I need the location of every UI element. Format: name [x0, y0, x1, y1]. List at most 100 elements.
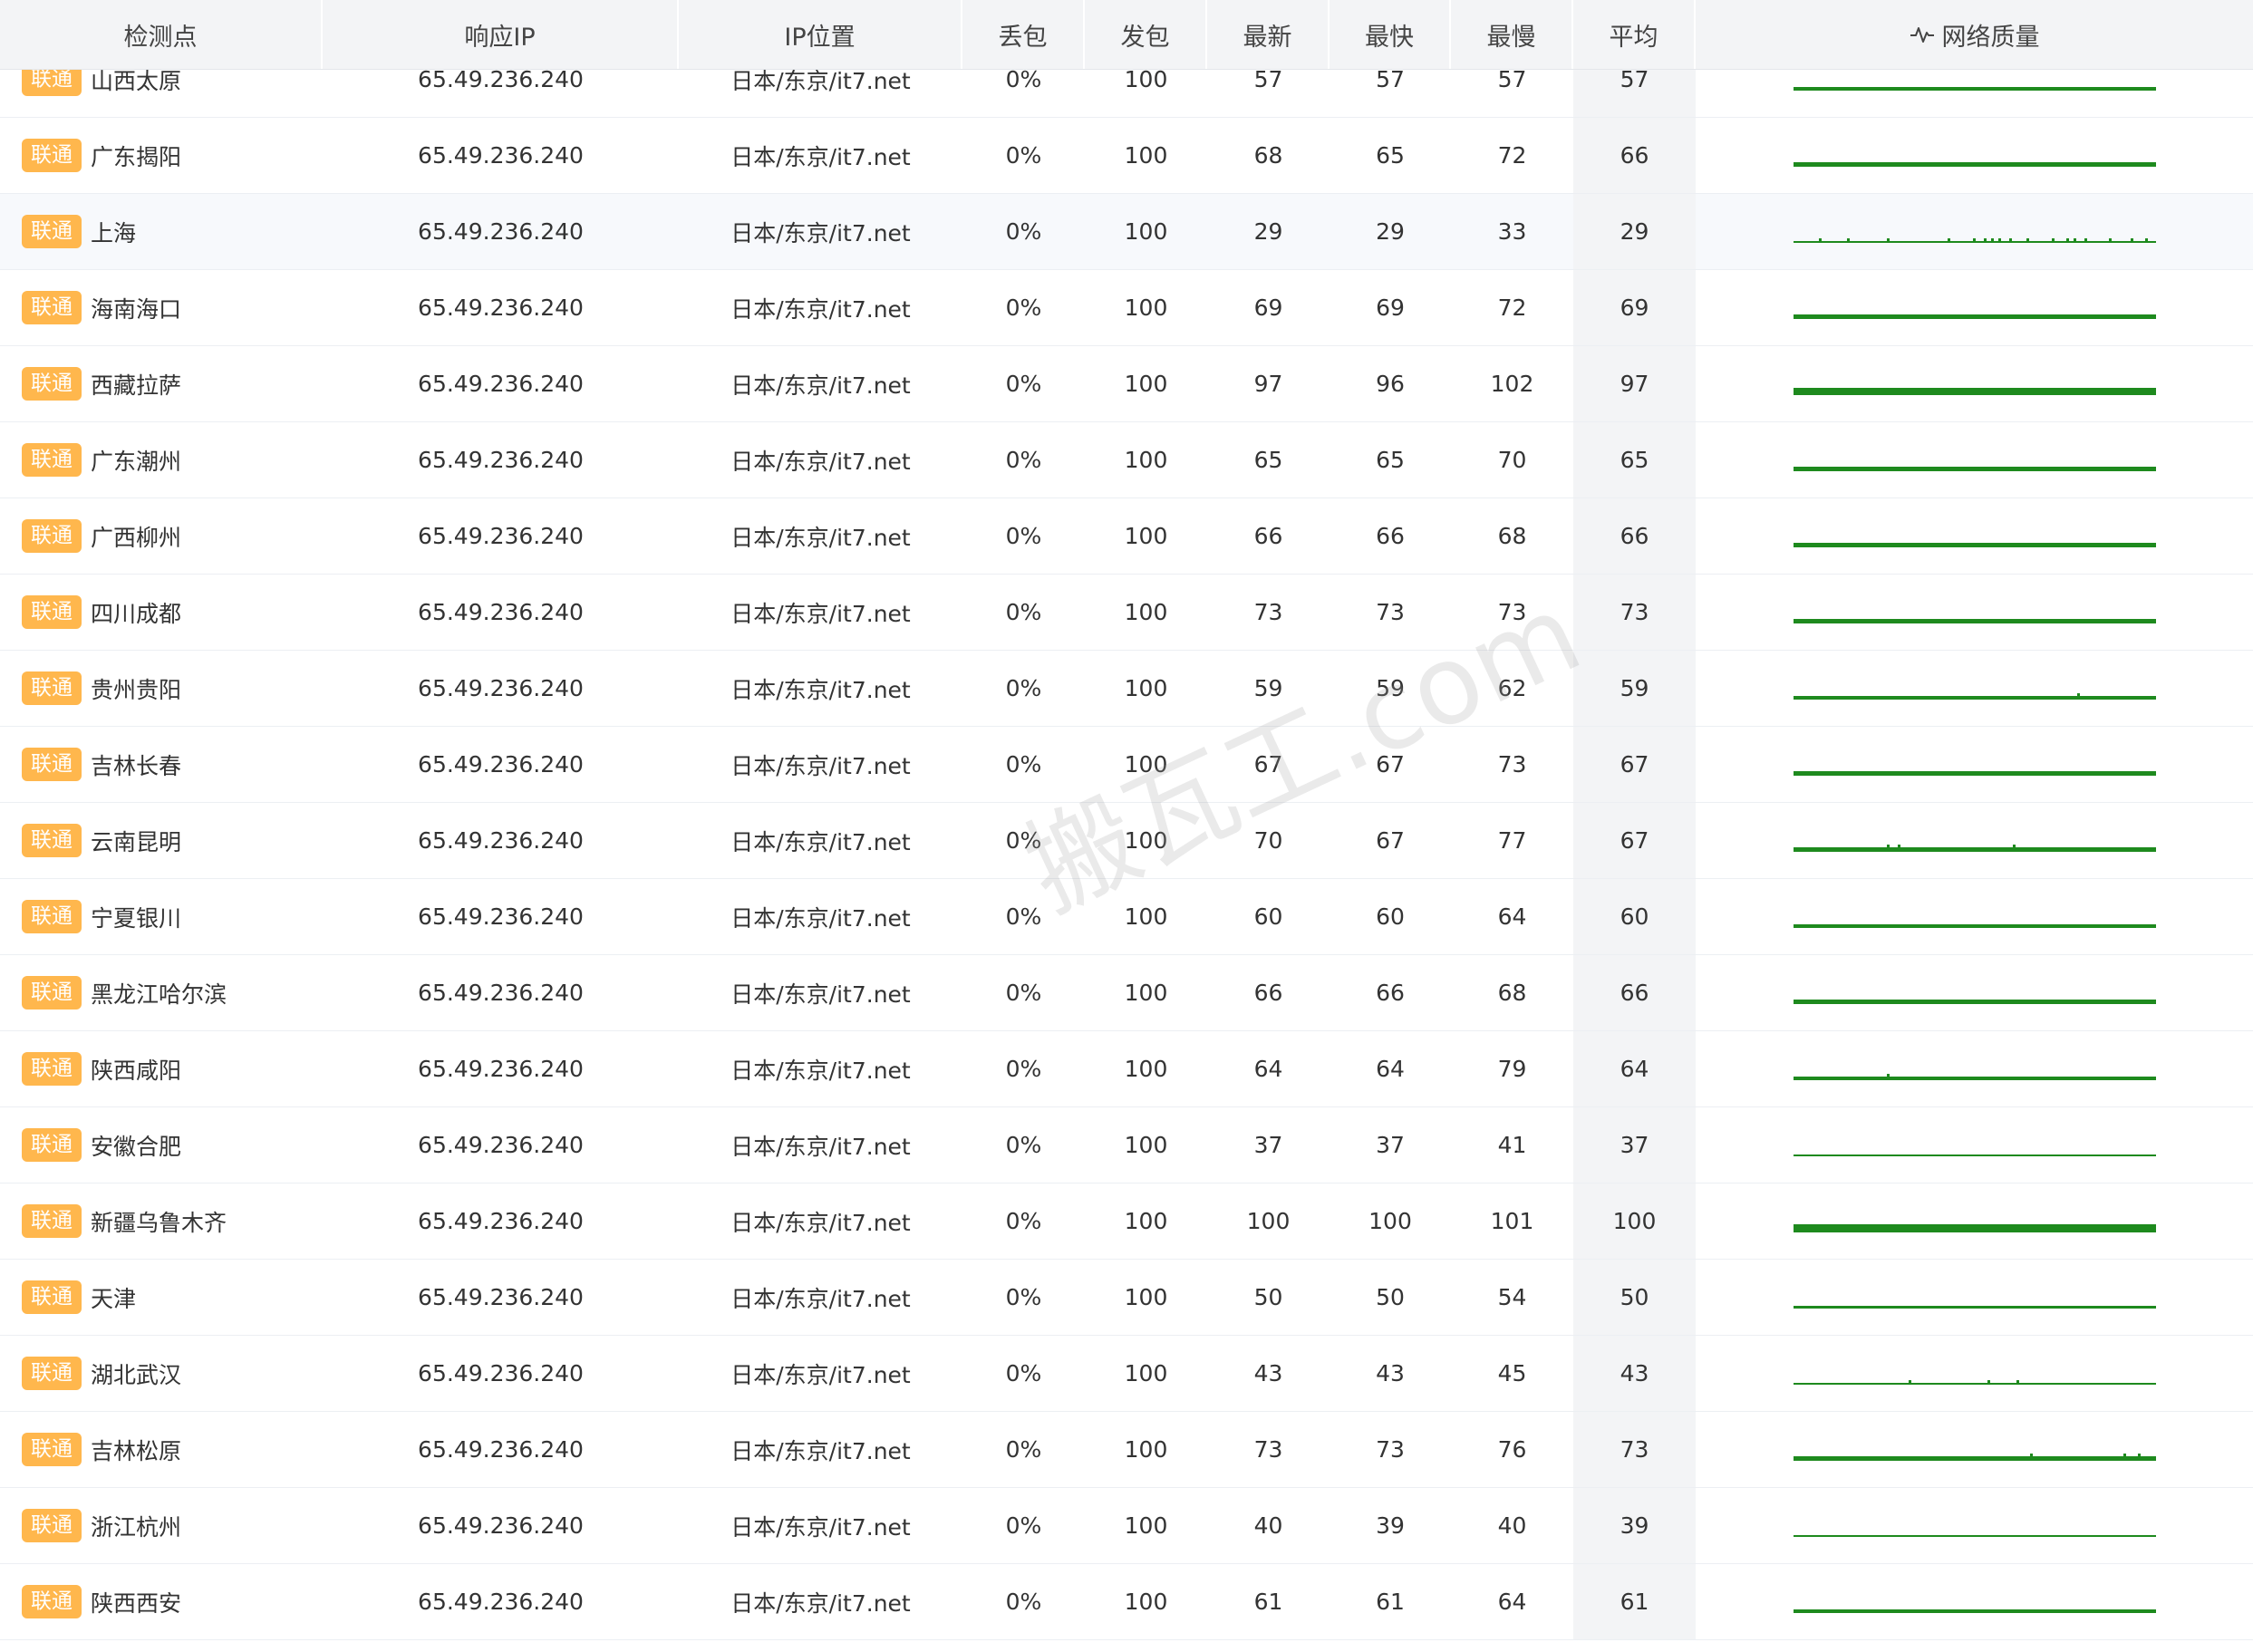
isp-badge: 联通	[22, 1357, 82, 1390]
cell-fastest: 73	[1376, 599, 1405, 625]
location-name: 广东潮州	[91, 448, 182, 475]
table-row[interactable]: 联通 云南昆明 65.49.236.240 日本/东京/it7.net 0% 100 70 6…	[0, 803, 2253, 879]
isp-badge: 联通	[22, 1052, 82, 1086]
cell-sent: 100	[1124, 675, 1168, 701]
table-row[interactable]: 联通 天津 65.49.236.240 日本/东京/it7.net 0% 100 50 50 5…	[0, 1260, 2253, 1336]
table-row[interactable]: 联通 海南海口 65.49.236.240 日本/东京/it7.net 0% 100 69 6…	[0, 270, 2253, 346]
cell-quality	[1696, 194, 2253, 269]
cell-ip: 65.49.236.240	[418, 1360, 584, 1386]
table-row[interactable]: 联通 宁夏银川 65.49.236.240 日本/东京/it7.net 0% 100 60 6…	[0, 879, 2253, 955]
cell-geo: 日本/东京/it7.net	[730, 600, 911, 627]
col-header-ip[interactable]: 响应IP	[323, 0, 679, 69]
sparkline-spike	[1886, 1073, 1890, 1077]
quality-sparkline	[1793, 1305, 2156, 1309]
table-body: 联通 山西太原 65.49.236.240 日本/东京/it7.net 0% 100 57 5…	[0, 42, 2253, 1640]
cell-geo: 日本/东京/it7.net	[730, 1285, 911, 1312]
col-header-average[interactable]: 平均	[1573, 0, 1696, 69]
col-header-quality[interactable]: 网络质量	[1696, 0, 2253, 69]
cell-sent: 100	[1124, 1132, 1168, 1158]
col-header-slowest[interactable]: 最慢	[1451, 0, 1573, 69]
table-row[interactable]: 联通 湖北武汉 65.49.236.240 日本/东京/it7.net 0% 100 43 4…	[0, 1336, 2253, 1412]
isp-badge: 联通	[22, 595, 82, 629]
cell-fastest: 65	[1376, 447, 1405, 473]
cell-ip: 65.49.236.240	[418, 903, 584, 930]
table-row[interactable]: 联通 安徽合肥 65.49.236.240 日本/东京/it7.net 0% 100 37 3…	[0, 1107, 2253, 1183]
cell-loss: 0%	[1005, 675, 1042, 701]
cell-fastest: 66	[1376, 523, 1405, 549]
sparkline-baseline	[1793, 1076, 2156, 1080]
cell-geo: 日本/东京/it7.net	[730, 1513, 911, 1541]
cell-geo: 日本/东京/it7.net	[730, 448, 911, 475]
sparkline-baseline	[1793, 923, 2156, 928]
table-row[interactable]: 联通 陕西咸阳 65.49.236.240 日本/东京/it7.net 0% 100 64 6…	[0, 1031, 2253, 1107]
cell-slowest: 72	[1497, 142, 1527, 169]
cell-sent: 100	[1124, 980, 1168, 1006]
table-row[interactable]: 联通 广西柳州 65.49.236.240 日本/东京/it7.net 0% 100 66 6…	[0, 498, 2253, 575]
cell-loss: 0%	[1005, 1360, 1042, 1386]
table-row[interactable]: 联通 上海 65.49.236.240 日本/东京/it7.net 0% 100 29 29 3…	[0, 194, 2253, 270]
cell-average: 37	[1573, 1107, 1696, 1183]
col-header-fastest[interactable]: 最快	[1330, 0, 1451, 69]
cell-loss: 0%	[1005, 371, 1042, 397]
cell-geo: 日本/东京/it7.net	[730, 372, 911, 399]
sparkline-spike	[1818, 237, 1822, 241]
cell-geo: 日本/东京/it7.net	[730, 828, 911, 855]
cell-fastest: 50	[1376, 1284, 1405, 1310]
table-row[interactable]: 联通 四川成都 65.49.236.240 日本/东京/it7.net 0% 100 73 7…	[0, 575, 2253, 651]
cell-fastest: 37	[1376, 1132, 1405, 1158]
cell-sent: 100	[1124, 827, 1168, 854]
cell-fastest: 59	[1376, 675, 1405, 701]
isp-badge: 联通	[22, 367, 82, 401]
table-row[interactable]: 联通 西藏拉萨 65.49.236.240 日本/东京/it7.net 0% 100 97 9…	[0, 346, 2253, 422]
table-row[interactable]: 联通 广东揭阳 65.49.236.240 日本/东京/it7.net 0% 100 68 6…	[0, 118, 2253, 194]
sparkline-spike	[2076, 692, 2080, 696]
cell-ip: 65.49.236.240	[418, 751, 584, 778]
table-row[interactable]: 联通 黑龙江哈尔滨 65.49.236.240 日本/东京/it7.net 0% 100 6…	[0, 955, 2253, 1031]
isp-badge: 联通	[22, 215, 82, 248]
cell-slowest: 102	[1490, 371, 1534, 397]
cell-location: 联通 新疆乌鲁木齐	[0, 1204, 323, 1238]
isp-badge: 联通	[22, 1280, 82, 1314]
cell-slowest: 33	[1497, 218, 1527, 245]
col-header-loss[interactable]: 丢包	[962, 0, 1085, 69]
cell-slowest: 57	[1497, 66, 1527, 92]
cell-average: 59	[1573, 651, 1696, 726]
cell-loss: 0%	[1005, 1589, 1042, 1615]
cell-fastest: 61	[1376, 1589, 1405, 1615]
table-row[interactable]: 联通 吉林长春 65.49.236.240 日本/东京/it7.net 0% 100 67 6…	[0, 727, 2253, 803]
cell-latest: 68	[1253, 142, 1283, 169]
table-row[interactable]: 联通 新疆乌鲁木齐 65.49.236.240 日本/东京/it7.net 0% 100 1…	[0, 1183, 2253, 1260]
location-name: 广西柳州	[91, 524, 182, 551]
cell-ip: 65.49.236.240	[418, 1512, 584, 1539]
table-row[interactable]: 联通 广东潮州 65.49.236.240 日本/东京/it7.net 0% 100 65 6…	[0, 422, 2253, 498]
sparkline-spike	[2130, 237, 2133, 241]
table-row[interactable]: 联通 浙江杭州 65.49.236.240 日本/东京/it7.net 0% 100 40 3…	[0, 1488, 2253, 1564]
quality-sparkline	[1793, 1073, 2156, 1080]
sparkline-spike	[1897, 844, 1900, 847]
quality-sparkline	[1793, 237, 2156, 243]
col-header-location[interactable]: 检测点	[0, 0, 323, 69]
sparkline-spike	[1846, 237, 1850, 241]
cell-slowest: 68	[1497, 523, 1527, 549]
col-header-latest[interactable]: 最新	[1207, 0, 1330, 69]
cell-geo: 日本/东京/it7.net	[730, 219, 911, 246]
location-name: 湖北武汉	[91, 1361, 182, 1388]
cell-average: 61	[1573, 1564, 1696, 1639]
cell-sent: 100	[1124, 218, 1168, 245]
table-row[interactable]: 联通 陕西西安 65.49.236.240 日本/东京/it7.net 0% 100 61 6…	[0, 1564, 2253, 1640]
isp-badge: 联通	[22, 1509, 82, 1542]
cell-ip: 65.49.236.240	[418, 142, 584, 169]
cell-location: 联通 吉林长春	[0, 748, 323, 781]
table-row[interactable]: 联通 贵州贵阳 65.49.236.240 日本/东京/it7.net 0% 100 59 5…	[0, 651, 2253, 727]
col-header-sent[interactable]: 发包	[1085, 0, 1207, 69]
sparkline-spike	[1987, 1379, 1990, 1383]
sparkline-spike	[2051, 237, 2055, 241]
results-table: 联通 山西太原 65.49.236.240 日本/东京/it7.net 0% 100 57 5…	[0, 0, 2253, 1640]
cell-ip: 65.49.236.240	[418, 295, 584, 321]
cell-geo: 日本/东京/it7.net	[730, 1133, 911, 1160]
table-row[interactable]: 联通 吉林松原 65.49.236.240 日本/东京/it7.net 0% 100 73 7…	[0, 1412, 2253, 1488]
col-header-geo[interactable]: IP位置	[679, 0, 962, 69]
cell-fastest: 39	[1376, 1512, 1405, 1539]
cell-slowest: 64	[1497, 903, 1527, 930]
cell-location: 联通 海南海口	[0, 291, 323, 324]
